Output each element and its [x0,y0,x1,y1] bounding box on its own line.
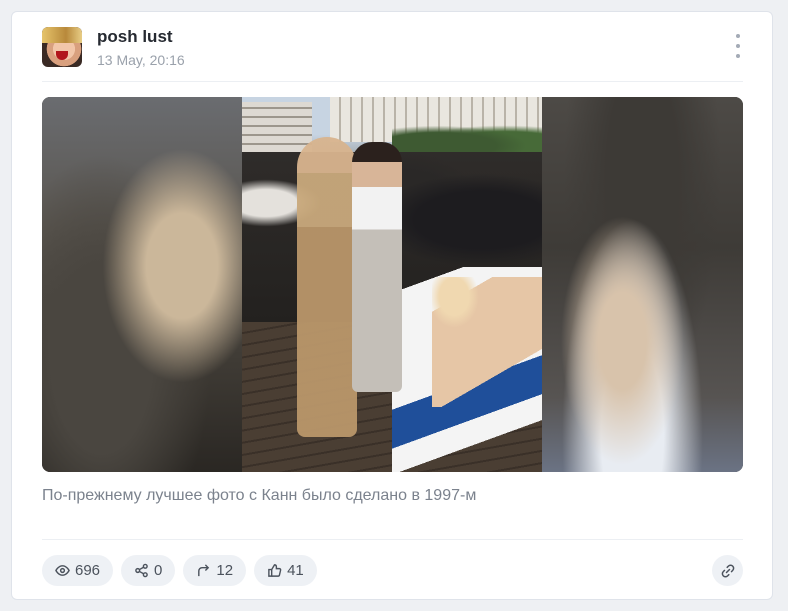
views-count: 696 [75,562,101,579]
link-icon [721,563,734,578]
photo-model [432,277,542,407]
forwards-button[interactable]: 12 [183,555,247,586]
footer-divider [42,539,743,540]
forward-arrow-icon [198,564,210,577]
post-date: 13 May, 20:16 [97,52,185,68]
thumbs-up-icon [268,564,282,577]
menu-dot [736,44,740,48]
copy-link-button[interactable] [712,555,743,586]
photo-woman [297,137,357,437]
header-divider [42,81,743,82]
menu-dot [736,54,740,58]
post-media[interactable] [42,97,743,472]
photo-building-left [242,102,312,152]
likes-button[interactable]: 41 [254,555,317,586]
post-photo[interactable] [242,97,542,472]
share-icon [135,563,148,578]
media-blur-left [42,97,242,472]
post-stats: 696 0 12 41 [42,555,317,586]
eye-icon [55,565,70,576]
post-header: posh lust 13 May, 20:16 [42,26,752,70]
author-name[interactable]: posh lust [97,27,173,47]
shares-button[interactable]: 0 [121,555,176,586]
media-blur-right [542,97,743,472]
avatar[interactable] [42,27,82,67]
photo-man [352,142,402,392]
post-card: posh lust 13 May, 20:16 По-прежнему лучш… [11,11,773,600]
forwards-count: 12 [216,562,234,579]
views-button[interactable]: 696 [42,555,114,586]
menu-dot [736,34,740,38]
post-caption: По-прежнему лучшее фото с Канн было сдел… [42,487,477,504]
more-vertical-icon[interactable] [728,34,748,58]
avatar-hair [42,27,82,43]
likes-count: 41 [287,562,304,579]
shares-count: 0 [154,562,163,579]
avatar-mouth [56,51,68,60]
